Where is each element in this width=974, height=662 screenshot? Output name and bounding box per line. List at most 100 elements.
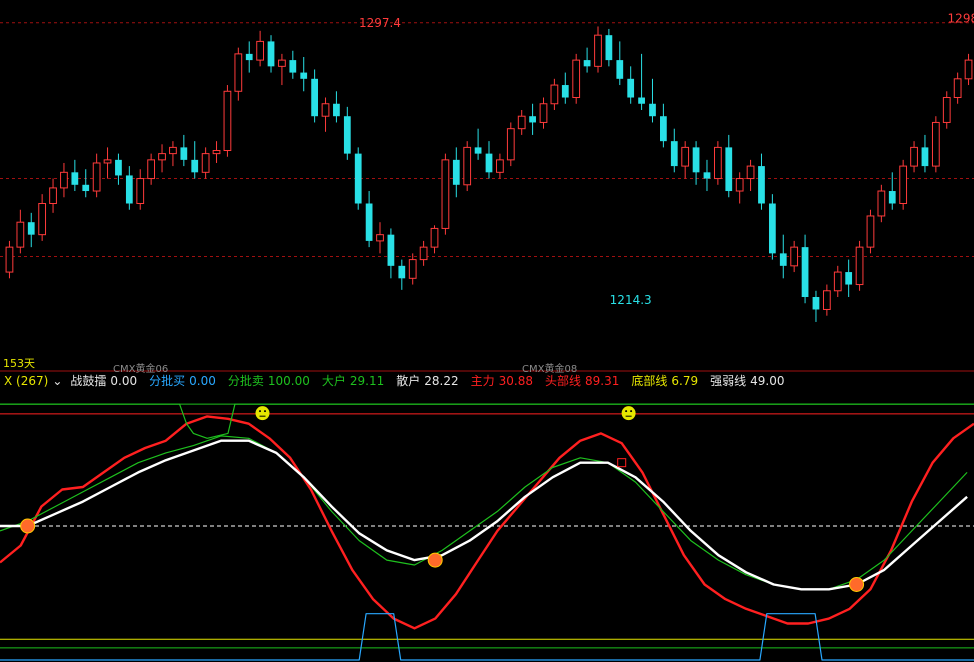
- indicator-series-green_top: [0, 403, 974, 439]
- candle-body-down: [398, 265, 406, 279]
- indicator-legend-bar: X (267) ⌄ 战鼓擂 0.00 分批买 0.00 分批卖 100.00 大户 29.11 散户…: [0, 372, 974, 390]
- legend-value: 0.00: [110, 374, 138, 388]
- legend-value: 28.22: [424, 374, 459, 388]
- candle-body-up: [746, 165, 755, 180]
- legend-value: 89.31: [585, 374, 620, 388]
- sell-signal-icon: [617, 458, 627, 468]
- candle-body-down: [245, 53, 253, 61]
- candle-body-up: [201, 153, 210, 173]
- legend-label: 大户: [321, 374, 346, 388]
- candle-body-down: [71, 172, 79, 185]
- legend-item: 底部线 6.79: [631, 374, 702, 388]
- indicator-series-blue: [0, 613, 974, 661]
- price-extreme-label: 1298.8: [948, 11, 974, 25]
- candle-body-down: [725, 147, 733, 192]
- candle-body-down: [365, 203, 373, 241]
- candle-body-down: [703, 172, 711, 179]
- candle-body-down: [845, 272, 853, 285]
- legend-label: 散户: [396, 374, 421, 388]
- candle-body-up: [550, 84, 559, 105]
- legend-item: 战鼓擂 0.00: [70, 374, 141, 388]
- candle-body-up: [147, 159, 156, 180]
- candle-body-down: [485, 153, 493, 173]
- candle-body-up: [866, 215, 875, 248]
- candle-body-down: [180, 147, 188, 160]
- candle-body-up: [899, 165, 908, 204]
- candle-body-up: [376, 234, 384, 242]
- legend-value: 100.00: [267, 374, 310, 388]
- candle-body-up: [16, 221, 25, 248]
- indicator-series-main: [0, 415, 974, 630]
- price-extreme-label: 1297.4: [359, 16, 401, 30]
- legend-value: 49.00: [750, 374, 785, 388]
- candle-body-up: [49, 187, 57, 204]
- legend-item: 分批买 0.00: [149, 374, 220, 388]
- candle-body-down: [801, 247, 809, 298]
- candle-body-down: [452, 159, 460, 185]
- candle-body-down: [387, 234, 395, 266]
- candle-body-down: [921, 147, 929, 167]
- candle-body-up: [408, 259, 417, 279]
- candle-body-up: [60, 171, 68, 189]
- candle-body-down: [758, 166, 765, 204]
- candle-body-up: [539, 103, 548, 123]
- candle-body-down: [616, 60, 624, 79]
- candle-body-up: [463, 146, 472, 186]
- candle-body-down: [354, 153, 362, 204]
- candle-body-up: [572, 59, 581, 99]
- candle-body-up: [92, 162, 101, 192]
- candle-body-up: [713, 146, 722, 180]
- candle-body-down: [888, 191, 896, 204]
- chevron-down-icon[interactable]: ⌄: [52, 374, 62, 388]
- candle-body-up: [321, 103, 330, 117]
- candle-body-up: [103, 159, 112, 164]
- candle-body-up: [278, 59, 286, 67]
- price-panel: 1297.41298.81214.31204.0: [0, 11, 974, 322]
- candle-body-up: [855, 246, 864, 286]
- candle-body-up: [931, 121, 940, 167]
- candle-body-down: [333, 103, 340, 117]
- legend-item: 头部线 89.31: [545, 374, 623, 388]
- days-count-label: 153天: [3, 357, 35, 370]
- legend-item: 散户 28.22: [396, 374, 462, 388]
- candle-body-down: [605, 35, 613, 61]
- candle-body-down: [812, 297, 820, 310]
- candle-body-down: [27, 222, 35, 235]
- candle-body-up: [681, 146, 690, 167]
- candle-body-up: [877, 190, 886, 217]
- smiley-icon: [255, 406, 270, 421]
- candle-body-down: [638, 97, 645, 104]
- candle-body-down: [289, 60, 297, 73]
- candle-body-up: [506, 128, 515, 161]
- candle-body-down: [561, 85, 569, 98]
- candle-body-up: [223, 90, 232, 152]
- legend-label: 底部线: [631, 374, 668, 388]
- indicator-panel: [0, 403, 974, 661]
- candle-body-up: [212, 150, 221, 155]
- candle-body-up: [5, 246, 14, 273]
- candle-body-down: [267, 41, 275, 67]
- legend-item: 分批卖 100.00: [228, 374, 314, 388]
- legend-item: 大户 29.11: [322, 374, 388, 388]
- candle-body-down: [474, 147, 482, 154]
- candle-body-down: [125, 175, 133, 204]
- indicator-name[interactable]: X (267): [4, 374, 48, 388]
- candle-body-up: [419, 246, 428, 261]
- candle-body-down: [82, 184, 90, 192]
- candle-body-down: [627, 78, 635, 98]
- candle-body-up: [942, 97, 951, 123]
- buy-signal-icon: [849, 576, 865, 592]
- legend-label: 战鼓擂: [70, 374, 107, 388]
- price-extreme-label: 1214.3: [610, 293, 652, 307]
- legend-label: 分批买: [149, 374, 186, 388]
- candle-body-up: [430, 227, 439, 248]
- candle-body-up: [822, 290, 831, 310]
- legend-value: 0.00: [189, 374, 216, 388]
- candle-body-up: [833, 271, 842, 292]
- legend-label: 头部线: [544, 374, 581, 388]
- candle-body-up: [158, 153, 166, 161]
- candle-body-down: [670, 141, 678, 167]
- buy-signal-icon: [20, 518, 36, 534]
- chart-canvas: 1297.41298.81214.31204.0: [0, 11, 974, 661]
- candle-body-up: [234, 53, 243, 92]
